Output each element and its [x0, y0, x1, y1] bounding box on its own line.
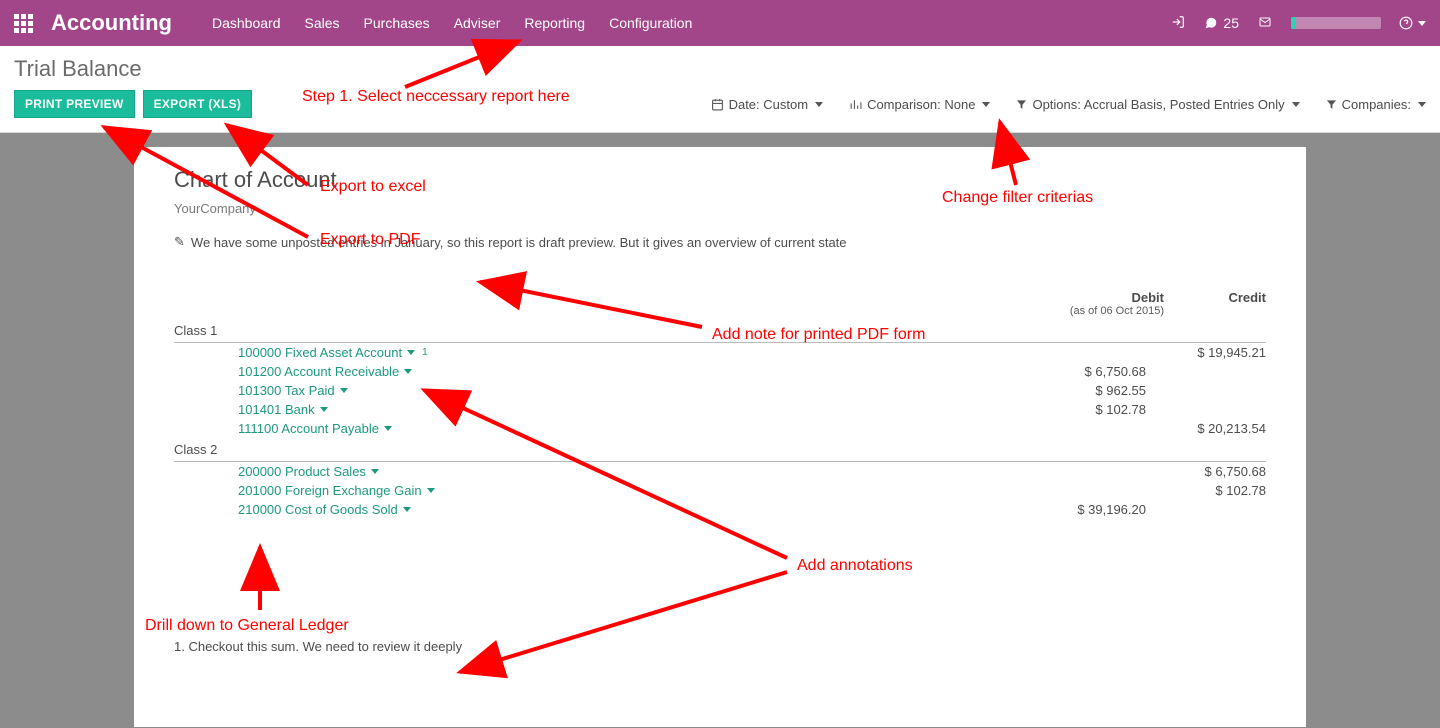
login-icon[interactable] — [1171, 15, 1185, 32]
chevron-down-icon — [371, 469, 379, 474]
filter-companies-label: Companies: — [1342, 97, 1411, 112]
filter-icon — [1326, 99, 1337, 110]
credit-value — [1146, 364, 1266, 379]
debit-value: $ 6,750.68 — [986, 364, 1146, 379]
account-row: 101200 Account Receivable $ 6,750.68 — [174, 362, 1266, 381]
nav-purchases[interactable]: Purchases — [364, 15, 430, 31]
account-link[interactable]: 200000 Product Sales — [238, 464, 379, 479]
account-link[interactable]: 210000 Cost of Goods Sold — [238, 502, 411, 517]
note-text: We have some unposted entries in January… — [191, 235, 847, 250]
chevron-down-icon — [407, 350, 415, 355]
pencil-icon: ✎ — [174, 234, 185, 250]
company-name: YourCompany — [174, 201, 1266, 216]
nav-configuration[interactable]: Configuration — [609, 15, 692, 31]
filter-comparison[interactable]: Comparison: None — [849, 97, 990, 112]
messages-button[interactable]: 25 — [1203, 15, 1239, 31]
account-row: 101300 Tax Paid $ 962.55 — [174, 381, 1266, 400]
filter-options-label: Options: Accrual Basis, Posted Entries O… — [1032, 97, 1284, 112]
credit-value: $ 6,750.68 — [1146, 464, 1266, 479]
account-row: 210000 Cost of Goods Sold $ 39,196.20 — [174, 500, 1266, 519]
messages-count: 25 — [1223, 15, 1239, 31]
subheader: Trial Balance PRINT PREVIEW EXPORT (XLS)… — [0, 46, 1440, 133]
debit-value — [986, 483, 1146, 498]
credit-header: Credit — [1216, 290, 1266, 317]
print-preview-button[interactable]: PRINT PREVIEW — [14, 90, 135, 118]
chevron-down-icon — [340, 388, 348, 393]
debit-value — [986, 464, 1146, 479]
chevron-down-icon — [384, 426, 392, 431]
filter-date-label: Date: Custom — [729, 97, 808, 112]
debit-value — [986, 345, 1146, 360]
report-title: Chart of Account — [174, 167, 1266, 193]
main-nav: Dashboard Sales Purchases Adviser Report… — [212, 15, 692, 31]
topbar-right: 25 — [1171, 15, 1426, 32]
nav-reporting[interactable]: Reporting — [524, 15, 585, 31]
debit-value: $ 39,196.20 — [986, 502, 1146, 517]
account-row: 111100 Account Payable $ 20,213.54 — [174, 419, 1266, 438]
chevron-down-icon — [427, 488, 435, 493]
account-link[interactable]: 101300 Tax Paid — [238, 383, 348, 398]
credit-value — [1146, 383, 1266, 398]
account-link[interactable]: 100000 Fixed Asset Account 1 — [238, 345, 428, 360]
nav-sales[interactable]: Sales — [305, 15, 340, 31]
account-row: 201000 Foreign Exchange Gain $ 102.78 — [174, 481, 1266, 500]
debit-value — [986, 421, 1146, 436]
export-xls-button[interactable]: EXPORT (XLS) — [143, 90, 253, 118]
annotation-marker[interactable]: 1 — [422, 347, 428, 358]
mail-icon[interactable] — [1257, 15, 1273, 31]
group-class-1: Class 1 — [174, 319, 1266, 343]
calendar-icon — [711, 98, 724, 111]
group-class-2: Class 2 — [174, 438, 1266, 462]
chevron-down-icon — [403, 507, 411, 512]
progress-bar[interactable] — [1291, 17, 1381, 29]
account-link[interactable]: 101401 Bank — [238, 402, 328, 417]
chevron-down-icon — [404, 369, 412, 374]
filter-options[interactable]: Options: Accrual Basis, Posted Entries O… — [1016, 97, 1299, 112]
top-navbar: Accounting Dashboard Sales Purchases Adv… — [0, 0, 1440, 46]
debit-value: $ 102.78 — [986, 402, 1146, 417]
account-link[interactable]: 111100 Account Payable — [238, 421, 392, 436]
filter-date[interactable]: Date: Custom — [711, 97, 823, 112]
chart-icon — [849, 98, 862, 111]
account-row: 200000 Product Sales $ 6,750.68 — [174, 462, 1266, 481]
nav-adviser[interactable]: Adviser — [454, 15, 501, 31]
credit-value: $ 19,945.21 — [1146, 345, 1266, 360]
credit-value: $ 20,213.54 — [1146, 421, 1266, 436]
report-note[interactable]: ✎ We have some unposted entries in Janua… — [174, 234, 1266, 250]
footnote: 1. Checkout this sum. We need to review … — [174, 639, 1266, 654]
debit-value: $ 962.55 — [986, 383, 1146, 398]
debit-header: Debit (as of 06 Oct 2015) — [1070, 290, 1164, 317]
filter-comparison-label: Comparison: None — [867, 97, 975, 112]
filter-icon — [1016, 99, 1027, 110]
filter-companies[interactable]: Companies: — [1326, 97, 1426, 112]
account-link[interactable]: 201000 Foreign Exchange Gain — [238, 483, 435, 498]
account-link[interactable]: 101200 Account Receivable — [238, 364, 412, 379]
chevron-down-icon — [320, 407, 328, 412]
account-row: 101401 Bank $ 102.78 — [174, 400, 1266, 419]
credit-value — [1146, 502, 1266, 517]
app-brand[interactable]: Accounting — [51, 10, 172, 36]
apps-icon[interactable] — [14, 14, 33, 33]
credit-value — [1146, 402, 1266, 417]
page-title: Trial Balance — [14, 56, 1426, 82]
help-icon[interactable] — [1399, 16, 1426, 30]
report-paper: Chart of Account YourCompany ✎ We have s… — [134, 147, 1306, 727]
nav-dashboard[interactable]: Dashboard — [212, 15, 281, 31]
credit-value: $ 102.78 — [1146, 483, 1266, 498]
account-row: 100000 Fixed Asset Account 1 $ 19,945.21 — [174, 343, 1266, 362]
